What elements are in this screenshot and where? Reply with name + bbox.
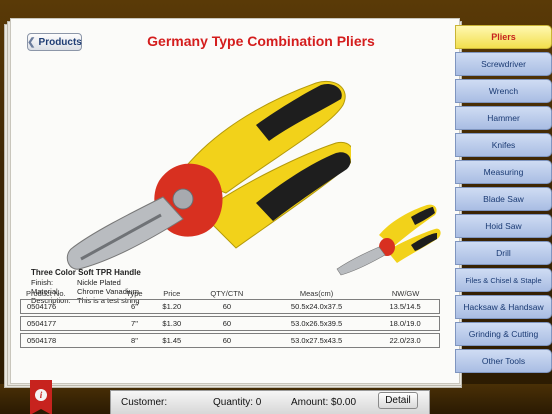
tab-knifes[interactable]: Knifes xyxy=(455,133,552,157)
table-cell: 0504178 xyxy=(20,333,118,348)
table-cell: $1.20 xyxy=(151,299,192,314)
tab-wrench[interactable]: Wrench xyxy=(455,79,552,103)
spec-value: Nickle Plated xyxy=(77,278,121,287)
tab-screwdriver[interactable]: Screwdriver xyxy=(455,52,552,76)
tab-blade-saw[interactable]: Blade Saw xyxy=(455,187,552,211)
tab-drill[interactable]: Drill xyxy=(455,241,552,265)
table-cell: 60 xyxy=(191,316,262,331)
spec-row-finish: Finish: Nickle Plated xyxy=(31,278,141,287)
tab-other-tools[interactable]: Other Tools xyxy=(455,349,552,373)
table-cell: 53.0x27.5x43.5 xyxy=(261,333,372,348)
customer-label: Customer: xyxy=(121,397,168,408)
table-header-row: Product No. Type Price QTY/CTN Meas(cm) … xyxy=(20,287,440,299)
table-cell: 18.0/19.0 xyxy=(371,316,440,331)
page-title: Germany Type Combination Pliers xyxy=(147,33,375,49)
table-cell: 13.5/14.5 xyxy=(371,299,440,314)
column-header: Type xyxy=(126,288,143,298)
product-variants-table: Product No. Type Price QTY/CTN Meas(cm) … xyxy=(20,287,440,348)
detail-button[interactable]: Detail xyxy=(378,392,418,409)
tab-pliers[interactable]: Pliers xyxy=(455,25,552,49)
table-cell: 0504177 xyxy=(20,316,118,331)
table-cell: $1.30 xyxy=(151,316,192,331)
back-button-label: Products xyxy=(38,36,82,48)
column-header: Meas(cm) xyxy=(299,288,334,298)
column-header: NW/GW xyxy=(391,288,420,298)
table-cell: 0504176 xyxy=(20,299,118,314)
tab-hammer[interactable]: Hammer xyxy=(455,106,552,130)
amount-readout: Amount: $0.00 xyxy=(291,397,357,408)
column-header: QTY/CTN xyxy=(210,288,244,298)
table-cell: 7" xyxy=(117,316,152,331)
table-cell: 60 xyxy=(191,333,262,348)
product-image[interactable] xyxy=(51,63,351,277)
column-header: Price xyxy=(163,288,181,298)
spec-label: Finish: xyxy=(31,278,54,287)
tab-measuring[interactable]: Measuring xyxy=(455,160,552,184)
info-icon[interactable]: i xyxy=(35,389,47,401)
table-cell: 53.0x26.5x39.5 xyxy=(261,316,372,331)
chevron-left-icon: ❮ xyxy=(27,36,36,48)
table-cell: $1.45 xyxy=(151,333,192,348)
table-row[interactable]: 0504176 6" $1.20 60 50.5x24.0x37.5 13.5/… xyxy=(20,299,440,314)
tab-hacksaw-handsaw[interactable]: Hacksaw & Handsaw xyxy=(455,295,552,319)
category-tabs: Pliers Screwdriver Wrench Hammer Knifes … xyxy=(455,25,552,376)
table-cell: 50.5x24.0x37.5 xyxy=(261,299,372,314)
table-cell: 22.0/23.0 xyxy=(371,333,440,348)
table-cell: 6" xyxy=(117,299,152,314)
table-row[interactable]: 0504177 7" $1.30 60 53.0x26.5x39.5 18.0/… xyxy=(20,316,440,331)
table-cell: 60 xyxy=(191,299,262,314)
info-ribbon: i xyxy=(30,380,52,414)
table-cell: 8" xyxy=(117,333,152,348)
tab-hoid-saw[interactable]: Hoid Saw xyxy=(455,214,552,238)
column-header: Product No. xyxy=(26,288,66,298)
product-subtitle: Three Color Soft TPR Handle xyxy=(31,268,141,277)
product-thumbnail[interactable] xyxy=(327,191,447,281)
tab-files-chisel-staple[interactable]: Files & Chisel & Staple xyxy=(455,268,552,292)
quantity-readout: Quantity: 0 xyxy=(213,397,262,408)
table-row[interactable]: 0504178 8" $1.45 60 53.0x27.5x43.5 22.0/… xyxy=(20,333,440,348)
tab-grinding-cutting[interactable]: Grinding & Cutting xyxy=(455,322,552,346)
back-to-products-button[interactable]: ❮ Products xyxy=(27,33,82,51)
